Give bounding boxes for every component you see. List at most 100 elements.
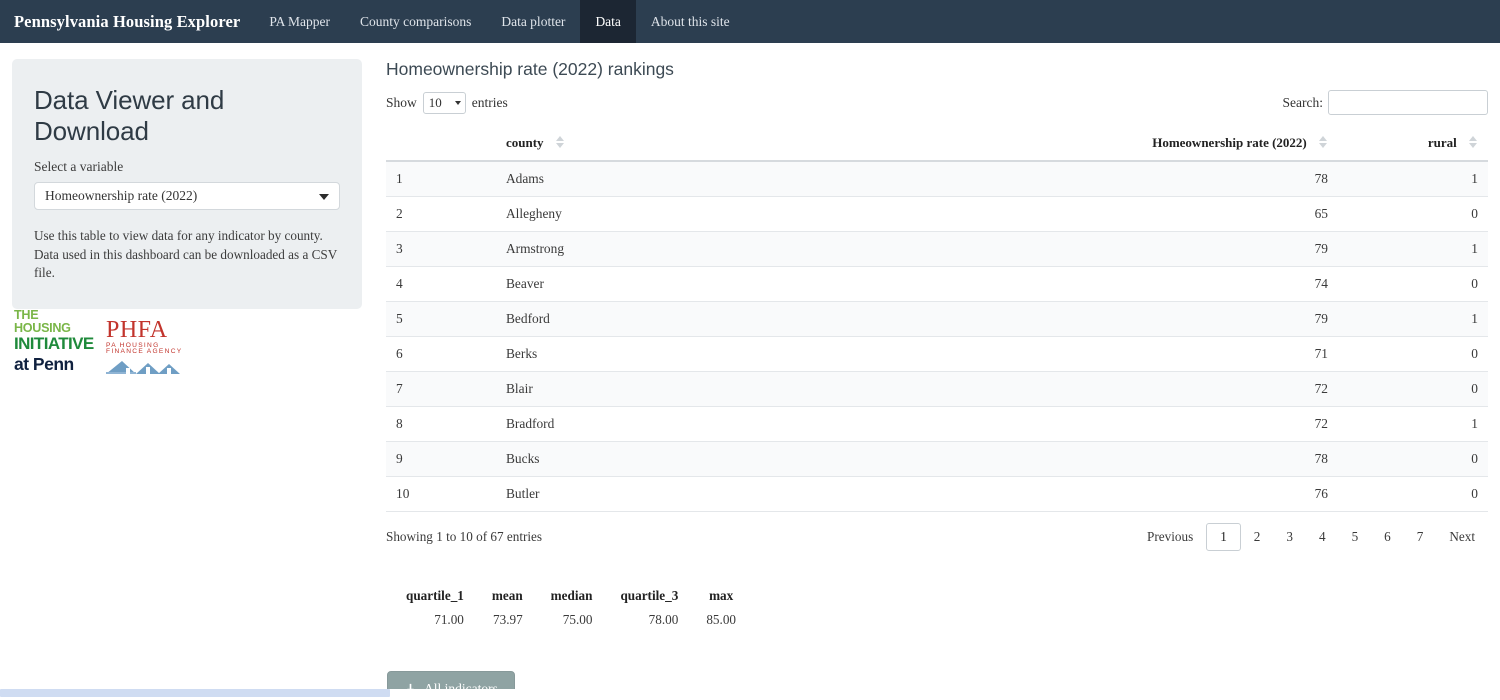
brand-title[interactable]: Pennsylvania Housing Explorer <box>0 0 254 43</box>
table-row[interactable]: 1 Adams 78 1 <box>386 161 1488 197</box>
table-row[interactable]: 2 Allegheny 65 0 <box>386 197 1488 232</box>
cell-rank: 10 <box>386 477 496 512</box>
cell-rank: 1 <box>386 161 496 197</box>
cell-value: 76 <box>726 477 1338 512</box>
cell-rural: 1 <box>1338 161 1488 197</box>
table-row[interactable]: 7 Blair 72 0 <box>386 372 1488 407</box>
table-head: county Homeownership rate (2022) rural <box>386 126 1488 161</box>
summary-body: 71.00 73.97 75.00 78.00 85.00 <box>392 607 750 633</box>
cell-county: Berks <box>496 337 726 372</box>
cell-value: 65 <box>726 197 1338 232</box>
houses-icon <box>106 358 184 374</box>
cell-rank: 8 <box>386 407 496 442</box>
page-length-control: Show 10 25 50 100 entries <box>386 92 508 114</box>
column-header-rank[interactable] <box>386 126 496 161</box>
phfa-logo-line3: FINANCE AGENCY <box>106 349 184 356</box>
entries-label: entries <box>472 95 508 111</box>
cell-rural: 0 <box>1338 197 1488 232</box>
column-header-county[interactable]: county <box>496 126 726 161</box>
cell-value: 74 <box>726 267 1338 302</box>
table-row[interactable]: 8 Bradford 72 1 <box>386 407 1488 442</box>
logo-group: THE HOUSING INITIATIVE at Penn PHFA PA H… <box>14 309 184 374</box>
summary-header-max: max <box>692 585 750 607</box>
summary-header-row: quartile_1 mean median quartile_3 max <box>392 585 750 607</box>
cell-rural: 0 <box>1338 442 1488 477</box>
pagination-page-4[interactable]: 4 <box>1306 524 1339 550</box>
cell-rank: 4 <box>386 267 496 302</box>
summary-value-median: 75.00 <box>537 607 607 633</box>
horizontal-scrollbar[interactable] <box>0 689 1500 700</box>
variable-select[interactable]: Homeownership rate (2022) <box>34 182 340 210</box>
table-header-row: county Homeownership rate (2022) rural <box>386 126 1488 161</box>
table-row[interactable]: 6 Berks 71 0 <box>386 337 1488 372</box>
cell-county: Bucks <box>496 442 726 477</box>
cell-value: 72 <box>726 372 1338 407</box>
pagination-page-1[interactable]: 1 <box>1206 523 1241 551</box>
nav-link-county-comparisons[interactable]: County comparisons <box>345 0 486 43</box>
table-controls: Show 10 25 50 100 entries Search: <box>386 90 1488 115</box>
cell-county: Allegheny <box>496 197 726 232</box>
nav-link-pa-mapper[interactable]: PA Mapper <box>254 0 345 43</box>
summary-statistics-table: quartile_1 mean median quartile_3 max 71… <box>392 585 750 633</box>
top-navbar: Pennsylvania Housing Explorer PA Mapper … <box>0 0 1500 43</box>
cell-rank: 2 <box>386 197 496 232</box>
summary-header-quartile-3: quartile_3 <box>606 585 692 607</box>
page-length-select[interactable]: 10 25 50 100 <box>423 92 466 114</box>
summary-header-mean: mean <box>478 585 537 607</box>
sidebar: Data Viewer and Download Select a variab… <box>12 59 362 309</box>
pagination-page-5[interactable]: 5 <box>1339 524 1372 550</box>
column-header-county-label: county <box>506 135 544 150</box>
pagination-page-3[interactable]: 3 <box>1273 524 1306 550</box>
cell-rural: 0 <box>1338 372 1488 407</box>
column-header-value[interactable]: Homeownership rate (2022) <box>726 126 1338 161</box>
pagination-page-2[interactable]: 2 <box>1241 524 1274 550</box>
cell-value: 72 <box>726 407 1338 442</box>
nav-link-about-this-site[interactable]: About this site <box>636 0 745 43</box>
pagination-previous[interactable]: Previous <box>1134 524 1206 550</box>
nav-link-data-plotter[interactable]: Data plotter <box>486 0 580 43</box>
pagination-page-6[interactable]: 6 <box>1371 524 1404 550</box>
cell-county: Butler <box>496 477 726 512</box>
pagination-page-7[interactable]: 7 <box>1404 524 1437 550</box>
search-control: Search: <box>1283 90 1488 115</box>
table-row[interactable]: 4 Beaver 74 0 <box>386 267 1488 302</box>
summary-value-quartile-3: 78.00 <box>606 607 692 633</box>
horizontal-scrollbar-thumb[interactable] <box>0 689 390 697</box>
show-label: Show <box>386 95 417 111</box>
search-input[interactable] <box>1328 90 1488 115</box>
summary-row: 71.00 73.97 75.00 78.00 85.00 <box>392 607 750 633</box>
cell-rank: 9 <box>386 442 496 477</box>
cell-county: Bedford <box>496 302 726 337</box>
cell-value: 78 <box>726 161 1338 197</box>
phfa-logo: PHFA PA HOUSING FINANCE AGENCY <box>106 318 184 374</box>
nav-link-data[interactable]: Data <box>580 0 635 43</box>
cell-rural: 1 <box>1338 407 1488 442</box>
table-row[interactable]: 10 Butler 76 0 <box>386 477 1488 512</box>
page-length-wrapper: 10 25 50 100 <box>423 92 466 114</box>
card-description: Use this table to view data for any indi… <box>34 227 340 283</box>
table-footer: Showing 1 to 10 of 67 entries Previous 1… <box>386 523 1488 551</box>
table-row[interactable]: 9 Bucks 78 0 <box>386 442 1488 477</box>
nav-links: PA Mapper County comparisons Data plotte… <box>254 0 744 43</box>
table-row[interactable]: 3 Armstrong 79 1 <box>386 232 1488 267</box>
cell-county: Bradford <box>496 407 726 442</box>
table-info: Showing 1 to 10 of 67 entries <box>386 529 542 545</box>
penn-logo-line1: THE HOUSING <box>14 309 98 334</box>
main-content: Homeownership rate (2022) rankings Show … <box>386 59 1488 700</box>
pagination: Previous 1 2 3 4 5 6 7 Next <box>1134 523 1488 551</box>
cell-value: 79 <box>726 302 1338 337</box>
rankings-table: county Homeownership rate (2022) rural 1 <box>386 126 1488 512</box>
summary-value-max: 85.00 <box>692 607 750 633</box>
table-row[interactable]: 5 Bedford 79 1 <box>386 302 1488 337</box>
column-header-rural[interactable]: rural <box>1338 126 1488 161</box>
summary-header-median: median <box>537 585 607 607</box>
card-title: Data Viewer and Download <box>34 85 340 147</box>
cell-rank: 7 <box>386 372 496 407</box>
search-label: Search: <box>1283 95 1323 111</box>
cell-county: Adams <box>496 161 726 197</box>
cell-value: 78 <box>726 442 1338 477</box>
pagination-next[interactable]: Next <box>1436 524 1488 550</box>
select-variable-label: Select a variable <box>34 159 340 175</box>
sort-arrows-icon <box>1318 136 1328 148</box>
cell-rural: 1 <box>1338 302 1488 337</box>
